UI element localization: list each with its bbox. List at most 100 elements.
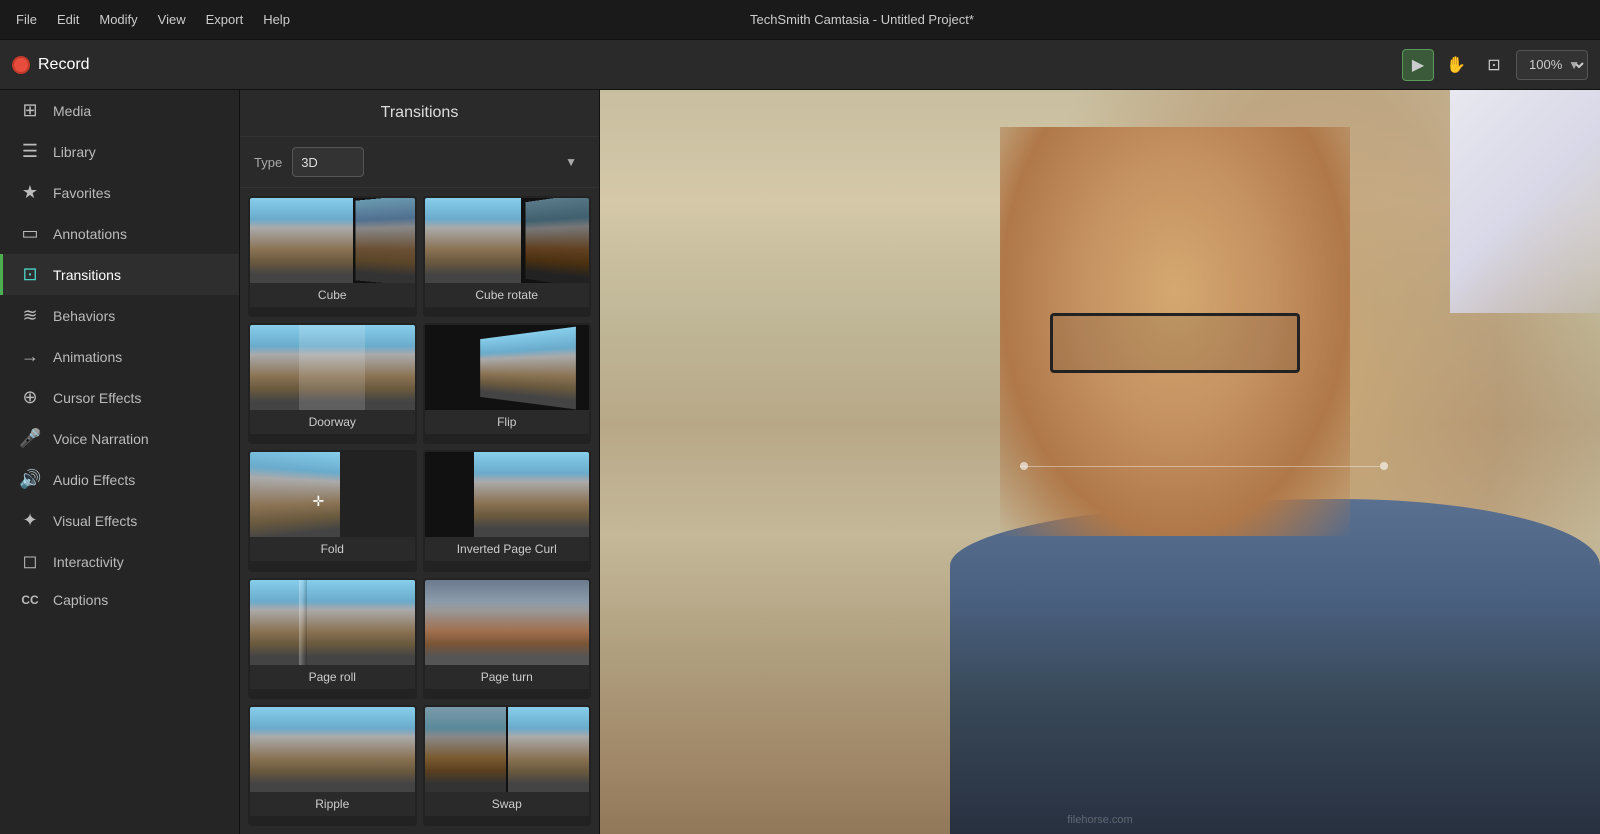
transition-item-page-roll[interactable]: Page roll bbox=[248, 578, 417, 699]
glasses-layer bbox=[1050, 313, 1300, 373]
sidebar-label-transitions: Transitions bbox=[53, 267, 121, 283]
transition-thumb-cube-rotate bbox=[425, 198, 590, 283]
visual-effects-icon: ✦ bbox=[19, 510, 41, 531]
favorites-icon: ★ bbox=[19, 182, 41, 203]
crop-tool-button[interactable]: ⊡ bbox=[1478, 49, 1510, 81]
sidebar-label-favorites: Favorites bbox=[53, 185, 111, 201]
transitions-panel: Transitions Type 3D Alpha Blend Blur Clo… bbox=[240, 90, 600, 834]
title-bar: File Edit Modify View Export Help TechSm… bbox=[0, 0, 1600, 40]
menu-edit[interactable]: Edit bbox=[57, 12, 79, 27]
transitions-grid: Cube Cube rotate Doorway bbox=[240, 188, 599, 834]
transition-item-inverted-page-curl[interactable]: Inverted Page Curl bbox=[423, 450, 592, 571]
record-label: Record bbox=[38, 56, 90, 74]
cursor-effects-icon: ⊕ bbox=[19, 387, 41, 408]
sidebar-item-cursor-effects[interactable]: ⊕ Cursor Effects bbox=[0, 377, 239, 418]
menu-help[interactable]: Help bbox=[263, 12, 290, 27]
transition-item-doorway[interactable]: Doorway bbox=[248, 323, 417, 444]
sidebar-label-captions: Captions bbox=[53, 592, 108, 608]
menu-export[interactable]: Export bbox=[206, 12, 244, 27]
transition-item-cube-rotate[interactable]: Cube rotate bbox=[423, 196, 592, 317]
connector-dot-right bbox=[1380, 462, 1388, 470]
sidebar-label-audio-effects: Audio Effects bbox=[53, 472, 135, 488]
thumb-pageroll-visual bbox=[250, 580, 415, 665]
record-button[interactable]: Record bbox=[12, 56, 90, 74]
transition-thumb-swap bbox=[425, 707, 590, 792]
menu-modify[interactable]: Modify bbox=[99, 12, 137, 27]
transition-label-swap: Swap bbox=[425, 792, 590, 816]
sidebar-item-favorites[interactable]: ★ Favorites bbox=[0, 172, 239, 213]
transition-thumb-ripple bbox=[250, 707, 415, 792]
transition-item-flip[interactable]: Flip bbox=[423, 323, 592, 444]
transition-label-cube: Cube bbox=[250, 283, 415, 307]
zoom-select[interactable]: 100% 50% 75% 125% 150% 200% bbox=[1516, 50, 1588, 80]
transition-thumb-page-roll bbox=[250, 580, 415, 665]
type-select[interactable]: 3D Alpha Blend Blur Clock Fade Push bbox=[292, 147, 364, 177]
transition-label-cube-rotate: Cube rotate bbox=[425, 283, 590, 307]
thumb-cuberotate-visual bbox=[425, 198, 590, 283]
media-icon: ⊞ bbox=[19, 100, 41, 121]
swap-side2 bbox=[508, 707, 589, 792]
cuberotate-face1 bbox=[425, 198, 522, 283]
transition-thumb-page-turn bbox=[425, 580, 590, 665]
transition-item-cube[interactable]: Cube bbox=[248, 196, 417, 317]
transition-thumb-ipc bbox=[425, 452, 590, 537]
zoom-wrapper: 100% 50% 75% 125% 150% 200% ▼ bbox=[1516, 50, 1588, 80]
transitions-icon: ⊡ bbox=[19, 264, 41, 285]
sidebar-item-animations[interactable]: → Animations bbox=[0, 336, 239, 377]
fold-cursor-icon: ✛ bbox=[313, 493, 329, 509]
annotations-icon: ▭ bbox=[19, 223, 41, 244]
transition-item-swap[interactable]: Swap bbox=[423, 705, 592, 826]
transition-item-fold[interactable]: ✛ Fold bbox=[248, 450, 417, 571]
sidebar-label-visual-effects: Visual Effects bbox=[53, 513, 137, 529]
sidebar-label-animations: Animations bbox=[53, 349, 122, 365]
window-title: TechSmith Camtasia - Untitled Project* bbox=[750, 12, 974, 27]
transition-item-page-turn[interactable]: Page turn bbox=[423, 578, 592, 699]
sidebar-item-library[interactable]: ☰ Library bbox=[0, 131, 239, 172]
hand-tool-button[interactable]: ✋ bbox=[1440, 49, 1472, 81]
thumb-fold-visual: ✛ bbox=[250, 452, 415, 537]
sidebar-item-voice-narration[interactable]: 🎤 Voice Narration bbox=[0, 418, 239, 459]
type-select-arrow: ▼ bbox=[565, 155, 577, 169]
video-preview: filehorse.com bbox=[600, 90, 1600, 834]
animations-icon: → bbox=[19, 346, 41, 367]
sidebar-item-audio-effects[interactable]: 🔊 Audio Effects bbox=[0, 459, 239, 500]
sidebar-item-transitions[interactable]: ⊡ Transitions bbox=[0, 254, 239, 295]
transition-label-page-turn: Page turn bbox=[425, 665, 590, 689]
thumb-doorway-visual bbox=[250, 325, 415, 410]
shirt-layer bbox=[950, 499, 1600, 834]
behaviors-icon: ≋ bbox=[19, 305, 41, 326]
thumb-swap-visual bbox=[425, 707, 590, 792]
sidebar-item-captions[interactable]: CC Captions bbox=[0, 582, 239, 618]
transition-label-ripple: Ripple bbox=[250, 792, 415, 816]
library-icon: ☰ bbox=[19, 141, 41, 162]
transition-label-fold: Fold bbox=[250, 537, 415, 561]
sidebar-label-voice-narration: Voice Narration bbox=[53, 431, 149, 447]
sidebar-item-media[interactable]: ⊞ Media bbox=[0, 90, 239, 131]
sidebar-item-visual-effects[interactable]: ✦ Visual Effects bbox=[0, 500, 239, 541]
voice-narration-icon: 🎤 bbox=[19, 428, 41, 449]
video-content: filehorse.com bbox=[600, 90, 1600, 834]
main-area: ⊞ Media ☰ Library ★ Favorites ▭ Annotati… bbox=[0, 90, 1600, 834]
sidebar-label-cursor-effects: Cursor Effects bbox=[53, 390, 141, 406]
sidebar-item-behaviors[interactable]: ≋ Behaviors bbox=[0, 295, 239, 336]
sidebar-item-annotations[interactable]: ▭ Annotations bbox=[0, 213, 239, 254]
toolbar: Record ▶ ✋ ⊡ 100% 50% 75% 125% 150% 200%… bbox=[0, 40, 1600, 90]
sidebar-label-media: Media bbox=[53, 103, 91, 119]
watermark: filehorse.com bbox=[1067, 814, 1132, 826]
transition-item-ripple[interactable]: Ripple bbox=[248, 705, 417, 826]
sidebar-label-annotations: Annotations bbox=[53, 226, 127, 242]
interactivity-icon: ◻ bbox=[19, 551, 41, 572]
swap-side1 bbox=[425, 707, 506, 792]
connector-line bbox=[1020, 466, 1380, 467]
sidebar-item-interactivity[interactable]: ◻ Interactivity bbox=[0, 541, 239, 582]
sidebar-label-library: Library bbox=[53, 144, 96, 160]
thumb-ipc-visual bbox=[425, 452, 590, 537]
select-tool-button[interactable]: ▶ bbox=[1402, 49, 1434, 81]
transition-label-ipc: Inverted Page Curl bbox=[425, 537, 590, 561]
audio-effects-icon: 🔊 bbox=[19, 469, 41, 490]
menu-file[interactable]: File bbox=[16, 12, 37, 27]
thumb-cube-visual bbox=[250, 198, 415, 283]
transition-label-page-roll: Page roll bbox=[250, 665, 415, 689]
menu-view[interactable]: View bbox=[158, 12, 186, 27]
thumb-flip-visual bbox=[425, 325, 590, 410]
